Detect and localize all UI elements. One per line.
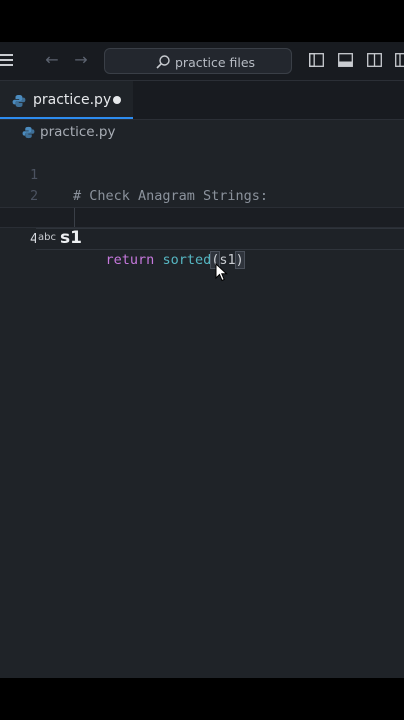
code-line-1[interactable]: 1 # Check Anagram Strings: (0, 144, 404, 204)
code-line-2[interactable]: 2 (0, 165, 404, 204)
python-file-icon (22, 126, 35, 139)
breadcrumb-file[interactable]: practice.py (40, 124, 115, 140)
arrow-left-icon[interactable]: ← (42, 50, 62, 70)
editor-window: ← → practice files practice.py practice.… (0, 42, 404, 678)
title-bar: ← → practice files (0, 42, 404, 81)
search-icon (156, 55, 170, 69)
autocomplete-suggestion[interactable]: abc s1 (36, 228, 404, 250)
command-center-search[interactable]: practice files (104, 48, 292, 74)
arrow-right-icon[interactable]: → (71, 50, 91, 70)
keyword-token: return (105, 252, 155, 268)
code-line-4[interactable]: 4 return sorted(s1) (0, 207, 404, 269)
search-label: practice files (175, 55, 256, 70)
bracket-token: ) (234, 251, 245, 269)
builtin-token: sorted (162, 252, 212, 268)
suggestion-text[interactable]: s1 (60, 228, 82, 248)
indent-token (73, 252, 106, 268)
editor-tab-bar: practice.py (0, 81, 404, 120)
python-file-icon (12, 95, 26, 107)
toggle-left-panel-icon[interactable] (309, 53, 324, 67)
code-editor[interactable]: 1 # Check Anagram Strings: 2 3 def is_an… (0, 144, 404, 678)
unsaved-dot-icon[interactable] (113, 96, 121, 104)
toggle-right-panel-icon[interactable] (367, 53, 382, 67)
mouse-pointer-icon (215, 263, 228, 282)
toggle-bottom-panel-icon[interactable] (338, 53, 353, 67)
indent-guide (74, 208, 75, 227)
tab-practice-py[interactable]: practice.py (0, 81, 133, 119)
breadcrumb: practice.py (0, 122, 404, 144)
code-line-3[interactable]: 3 def is_anagram(s1, s2): (0, 186, 404, 246)
menu-icon[interactable] (0, 54, 14, 66)
split-editor-icon[interactable] (395, 53, 404, 67)
text-kind-icon: abc (38, 232, 56, 243)
tab-label: practice.py (33, 92, 112, 108)
